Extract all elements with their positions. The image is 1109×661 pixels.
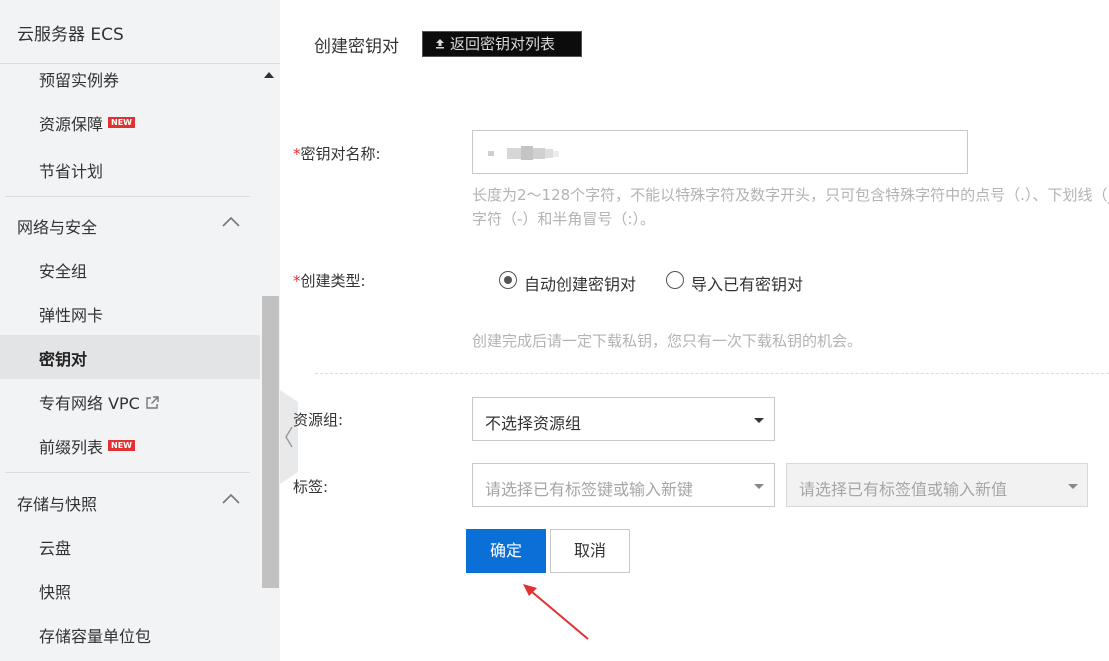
- resource-group-value: 不选择资源组: [485, 414, 582, 433]
- creation-type-hint: 创建完成后请一定下载私钥，您只有一次下载私钥的机会。: [472, 332, 863, 350]
- resource-group-select[interactable]: 不选择资源组: [472, 397, 775, 441]
- sidebar-item-label: 前缀列表: [39, 438, 104, 457]
- tag-key-placeholder: 请选择已有标签键或输入新键: [485, 480, 694, 499]
- tag-key-select[interactable]: 请选择已有标签键或输入新键: [472, 463, 775, 507]
- required-mark: *: [293, 145, 301, 163]
- sidebar-header: 云服务器 ECS: [0, 0, 280, 64]
- sidebar-collapse-chevron-icon[interactable]: [280, 390, 298, 484]
- sidebar-item-label: 云盘: [39, 539, 72, 558]
- chevron-up-icon: [222, 217, 240, 227]
- creation-type-label-text: 创建类型:: [300, 272, 366, 290]
- sidebar-item-label: 快照: [39, 583, 72, 602]
- radio-circle: [666, 271, 684, 289]
- sidebar-item-label: 预留实例券: [39, 71, 120, 90]
- back-to-key-pair-list-button[interactable]: 返回密钥对列表: [422, 31, 582, 57]
- tag-value-placeholder: 请选择已有标签值或输入新值: [799, 480, 1008, 499]
- form-section-divider: [315, 373, 1109, 374]
- sidebar-item-disks[interactable]: 云盘: [0, 524, 260, 568]
- confirm-button[interactable]: 确定: [466, 529, 546, 573]
- key-pair-name-hint-line1: 长度为2～128个字符，不能以特殊字符及数字开头，只可包含特殊字符中的点号（.）…: [472, 186, 1109, 204]
- sidebar: 云服务器 ECS 预留实例券 资源保障 NEW 节省计划 网络与安全 安全组 弹性…: [0, 0, 280, 661]
- caret-down-icon: [754, 484, 764, 489]
- sidebar-group-label: 网络与安全: [17, 218, 98, 237]
- new-badge: NEW: [108, 117, 135, 128]
- required-mark: *: [293, 272, 301, 290]
- sidebar-item-label: 存储容量单位包: [39, 627, 152, 646]
- cancel-button[interactable]: 取消: [550, 529, 630, 573]
- key-pair-name-input[interactable]: [472, 130, 968, 174]
- sidebar-item-label: 专有网络 VPC: [39, 394, 140, 413]
- radio-selected-dot: [504, 276, 512, 284]
- sidebar-item-label: 安全组: [39, 262, 88, 281]
- sidebar-item-prefix-list[interactable]: 前缀列表 NEW: [0, 423, 260, 467]
- sidebar-group-storage-snapshots[interactable]: 存储与快照: [0, 474, 260, 530]
- tag-value-select[interactable]: 请选择已有标签值或输入新值: [786, 463, 1088, 507]
- blurred-name-value: [488, 146, 559, 160]
- sidebar-item-security-group[interactable]: 安全组: [0, 247, 260, 291]
- tags-label: 标签:: [293, 478, 329, 496]
- chevron-up-icon: [222, 494, 240, 504]
- resource-group-label: 资源组:: [293, 411, 344, 429]
- sidebar-group-network-security[interactable]: 网络与安全: [0, 197, 260, 253]
- sidebar-divider: [5, 472, 250, 473]
- back-button-label: 返回密钥对列表: [450, 35, 556, 53]
- sidebar-item-snapshots[interactable]: 快照: [0, 568, 260, 612]
- sidebar-item-reserved-instances[interactable]: 预留实例券: [0, 56, 260, 100]
- sidebar-item-label: 节省计划: [39, 162, 104, 181]
- radio-circle: [499, 271, 517, 289]
- sidebar-item-label: 弹性网卡: [39, 306, 104, 325]
- sidebar-item-resource-guarantee[interactable]: 资源保障 NEW: [0, 100, 260, 144]
- upload-arrow-icon: [436, 39, 444, 49]
- sidebar-item-key-pairs[interactable]: 密钥对: [0, 335, 260, 379]
- sidebar-item-storage-capacity-unit[interactable]: 存储容量单位包: [0, 612, 260, 656]
- scroll-up-arrow-icon[interactable]: [264, 72, 274, 78]
- creation-type-label: *创建类型:: [293, 270, 366, 291]
- external-link-icon: [146, 396, 159, 409]
- page-title: 创建密钥对: [314, 37, 399, 57]
- annotation-arrow-icon: [523, 584, 589, 640]
- caret-down-icon: [754, 418, 764, 423]
- sidebar-scrollbar-thumb[interactable]: [262, 296, 279, 588]
- sidebar-item-eni[interactable]: 弹性网卡: [0, 291, 260, 335]
- radio-label: 自动创建密钥对: [524, 275, 637, 294]
- key-pair-name-hint-line2: 字符（-）和半角冒号（:）。: [472, 210, 655, 228]
- radio-label: 导入已有密钥对: [691, 275, 804, 294]
- new-badge: NEW: [108, 440, 135, 451]
- sidebar-item-vpc[interactable]: 专有网络 VPC: [0, 379, 260, 423]
- sidebar-item-label: 密钥对: [39, 350, 88, 369]
- caret-down-icon: [1068, 484, 1078, 489]
- key-pair-name-label-text: 密钥对名称:: [300, 145, 381, 163]
- key-pair-name-label: *密钥对名称:: [293, 143, 381, 164]
- sidebar-item-savings-plan[interactable]: 节省计划: [0, 147, 260, 191]
- sidebar-item-label: 资源保障: [39, 115, 104, 134]
- sidebar-group-label: 存储与快照: [17, 495, 98, 514]
- sidebar-title: 云服务器 ECS: [17, 25, 124, 45]
